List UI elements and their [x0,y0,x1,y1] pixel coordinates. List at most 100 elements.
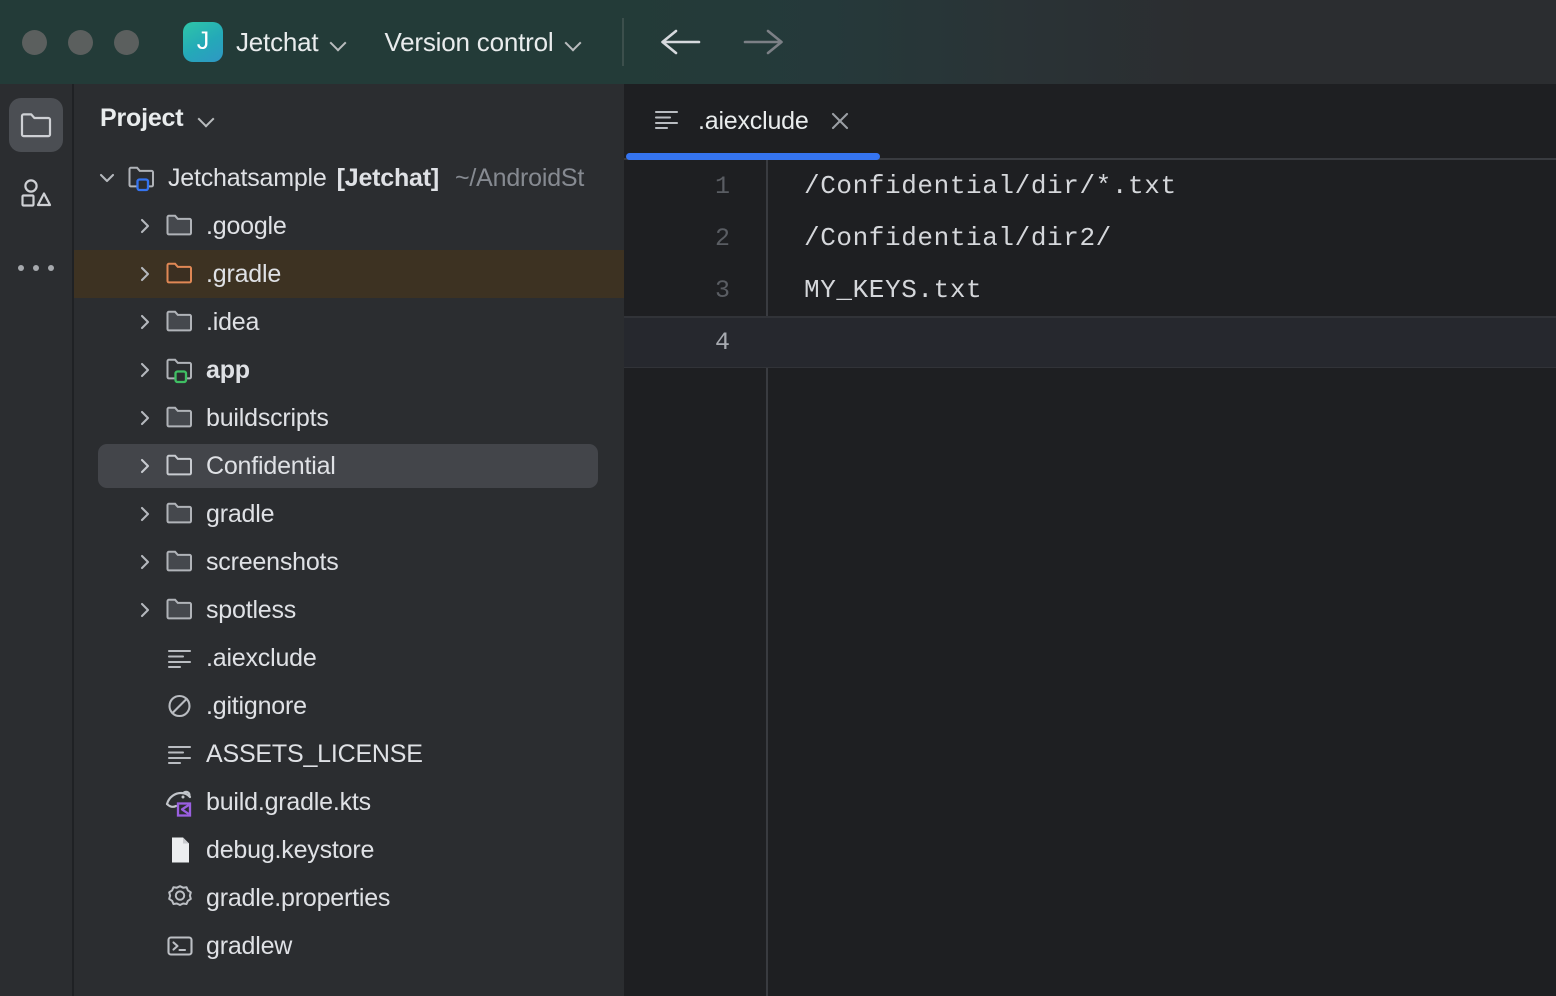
tree-row-debug-keystore[interactable]: debug.keystore [72,826,624,874]
folder-orange-icon [162,256,198,292]
chevron-right-icon[interactable] [128,401,162,435]
folder-icon [162,448,198,484]
close-icon[interactable] [825,106,855,136]
tree-label: .gitignore [206,692,307,721]
tree-row-spotless[interactable]: spotless [72,586,624,634]
navigate-back-button[interactable] [654,19,706,65]
editor-tab-aiexclude[interactable]: .aiexclude [624,83,877,159]
minimize-window-button[interactable] [68,30,93,55]
line-text [766,316,1556,368]
line-number: 4 [624,316,766,368]
chevron-down-icon[interactable] [90,161,124,195]
tree-label: .gradle [206,260,281,289]
chevron-right-icon[interactable] [128,497,162,531]
line-number: 1 [624,160,766,212]
version-control-label: Version control [384,27,553,58]
left-tool-strip [0,84,72,996]
title-bar-right [624,0,1556,84]
tree-row-gradlew[interactable]: gradlew [72,922,624,970]
app-icon-letter: J [197,29,210,54]
editor-area: .aiexclude 1 /Confidential/dir/*.txt 2 /… [624,84,1556,996]
tree-label: app [206,356,250,385]
chevron-right-icon[interactable] [128,305,162,339]
ide-window: J Jetchat Version control [0,0,1556,996]
tree-label: buildscripts [206,404,329,433]
tree-row-gradle-properties[interactable]: gradle.properties [72,874,624,922]
tree-row-screenshots[interactable]: screenshots [72,538,624,586]
tree-label: ASSETS_LICENSE [206,740,423,769]
active-tab-indicator [626,153,880,160]
tree-label: .aiexclude [206,644,317,673]
chevron-down-icon [566,35,581,50]
shapes-icon [19,177,53,209]
jetchat-app-icon: J [183,22,223,62]
code-line[interactable]: 1 /Confidential/dir/*.txt [624,160,1556,212]
folder-icon [162,496,198,532]
project-panel-header[interactable]: Project [72,84,624,152]
folder-icon [162,400,198,436]
more-tools-button[interactable] [9,234,63,288]
editor-tab-label: .aiexclude [698,107,809,136]
window-controls [22,30,139,55]
folder-icon [162,304,198,340]
tree-row-idea[interactable]: .idea [72,298,624,346]
structure-tool-button[interactable] [9,166,63,220]
blank-file-icon [162,832,198,868]
tree-row-gradle[interactable]: gradle [72,490,624,538]
tree-label: gradle.properties [206,884,390,913]
folder-icon [19,110,53,140]
chevron-right-icon[interactable] [128,257,162,291]
arrow-left-icon [657,27,703,57]
chevron-right-icon[interactable] [128,593,162,627]
project-tool-button[interactable] [9,98,63,152]
panel-left-divider [72,84,74,996]
project-name-label: Jetchat [236,27,318,58]
tree-label: spotless [206,596,296,625]
zoom-window-button[interactable] [114,30,139,55]
text-file-icon [162,736,198,772]
tree-row-build-gradle-kts[interactable]: build.gradle.kts [72,778,624,826]
code-line[interactable]: 3 MY_KEYS.txt [624,264,1556,316]
title-bar-left: J Jetchat Version control [0,0,624,84]
tree-row-assets-license[interactable]: ASSETS_LICENSE [72,730,624,778]
chevron-right-icon[interactable] [128,353,162,387]
project-selector[interactable]: J Jetchat [183,22,346,62]
tree-row-buildscripts[interactable]: buildscripts [72,394,624,442]
code-line-caret[interactable]: 4 [624,316,1556,368]
module-folder-blue-icon [124,160,160,196]
chevron-right-icon[interactable] [128,449,162,483]
folder-icon [162,544,198,580]
tree-label: gradlew [206,932,292,961]
tree-row-aiexclude[interactable]: .aiexclude [72,634,624,682]
tree-row-jetchatsample[interactable]: Jetchatsample [Jetchat] ~/AndroidSt [72,154,624,202]
code-editor[interactable]: 1 /Confidential/dir/*.txt 2 /Confidentia… [624,160,1556,996]
tree-row-gradle-dot[interactable]: .gradle [72,250,624,298]
module-folder-green-icon [162,352,198,388]
tree-label: gradle [206,500,274,529]
tree-row-google[interactable]: .google [72,202,624,250]
chevron-right-icon[interactable] [128,209,162,243]
tree-row-gitignore[interactable]: .gitignore [72,682,624,730]
arrow-right-icon [741,27,787,57]
navigate-forward-button[interactable] [738,19,790,65]
title-bar-divider [622,18,624,66]
tree-label: Confidential [206,452,336,481]
chevron-right-icon[interactable] [128,545,162,579]
shell-script-icon [162,928,198,964]
version-control-selector[interactable]: Version control [384,27,581,58]
tree-label: screenshots [206,548,339,577]
tree-label: .google [206,212,287,241]
editor-tab-strip: .aiexclude [624,84,1556,160]
code-line[interactable]: 2 /Confidential/dir2/ [624,212,1556,264]
line-text: /Confidential/dir/*.txt [766,160,1556,212]
tree-row-app[interactable]: app [72,346,624,394]
chevron-down-icon[interactable] [199,111,214,126]
close-window-button[interactable] [22,30,47,55]
tree-row-confidential[interactable]: Confidential [72,442,624,490]
folder-icon [162,208,198,244]
line-number: 3 [624,264,766,316]
tree-root-path: ~/AndroidSt [455,164,584,193]
line-text: /Confidential/dir2/ [766,212,1556,264]
project-panel: Project Jetchatsample [Jetchat] ~/Androi… [72,84,624,996]
text-file-icon [162,640,198,676]
